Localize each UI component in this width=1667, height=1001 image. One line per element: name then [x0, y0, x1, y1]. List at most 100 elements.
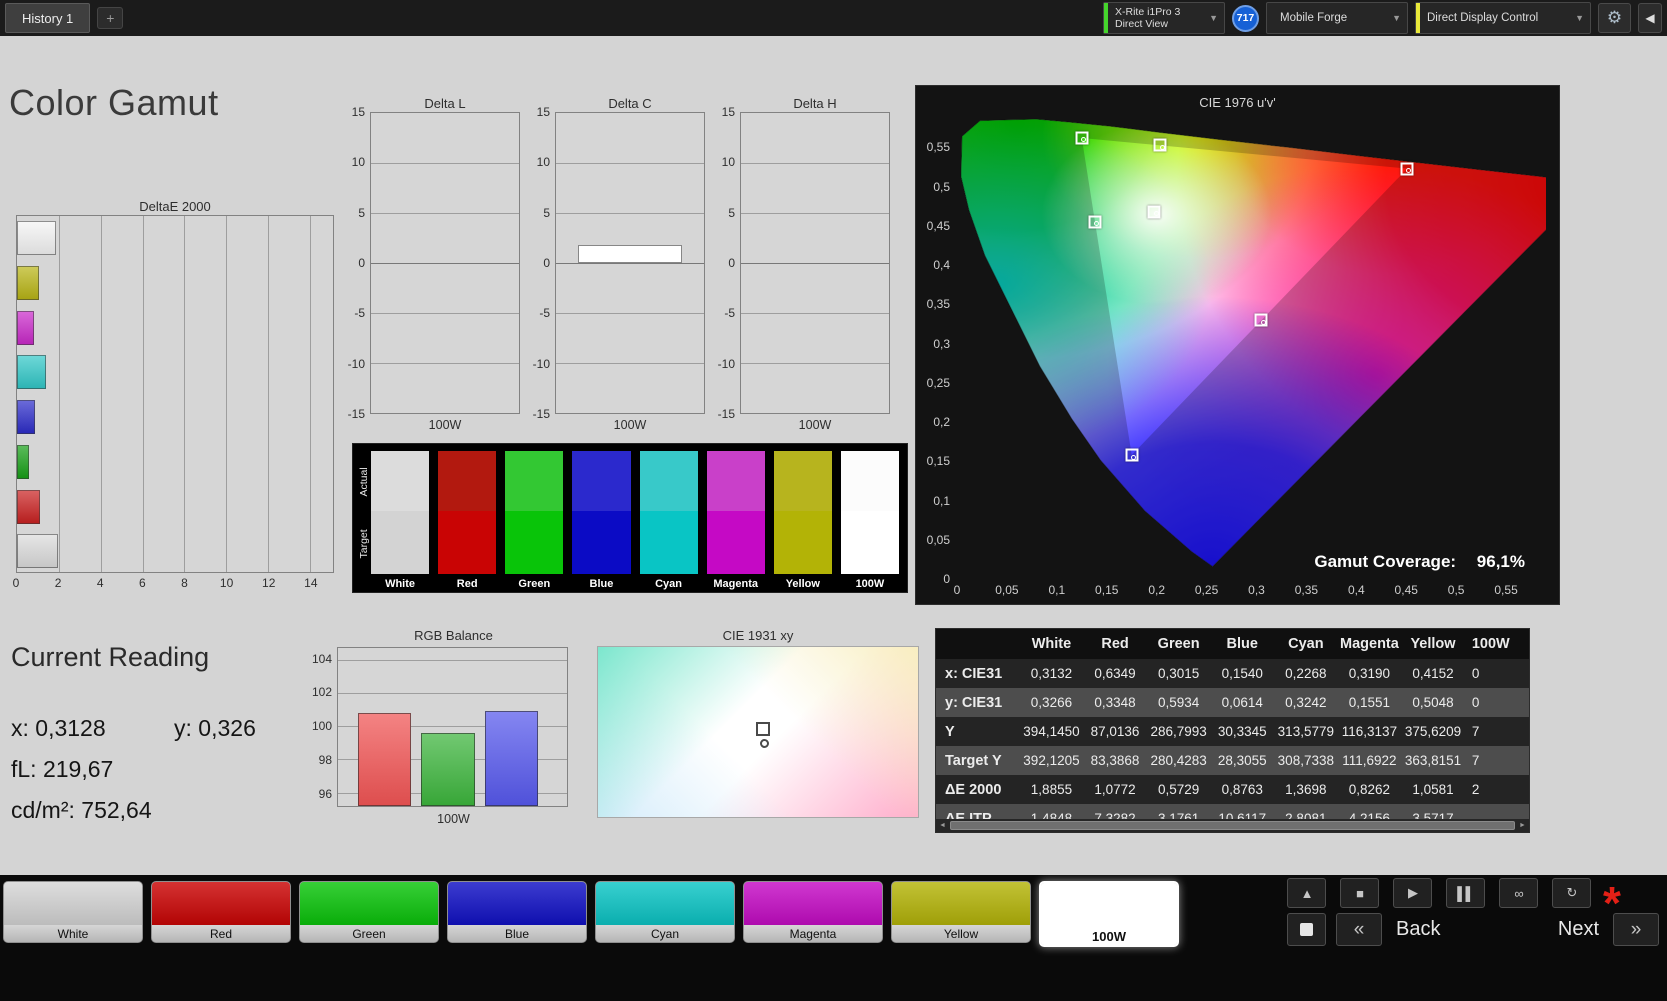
cell: 308,7338: [1277, 753, 1334, 768]
swatch-cyan: Cyan: [639, 451, 698, 592]
target-swatch: [840, 511, 899, 574]
y-tick-label: 0,25: [926, 375, 950, 390]
chart-title: Delta L: [424, 96, 466, 111]
delta-h-y-axis: 15 10 5 0 -5 -10 -15: [712, 105, 740, 421]
chevron-down-icon: ▼: [1209, 13, 1218, 23]
y-tick-label: 0,45: [926, 218, 950, 233]
loop-button[interactable]: ∞: [1499, 878, 1538, 908]
pattern-button-white[interactable]: White: [3, 881, 143, 943]
scroll-left-arrow[interactable]: ◄: [936, 819, 949, 832]
table-header-row: White Red Green Blue Cyan Magenta Yellow 100W: [936, 629, 1529, 659]
cell: 0,0614: [1221, 695, 1263, 710]
cyan-target-marker: [1088, 215, 1102, 229]
chart-title: CIE 1931 xy: [722, 628, 794, 643]
transport-row-1: ▲ ■ ▶ ▌▌ ∞ ↻ *: [1287, 878, 1659, 926]
collapse-panel-button[interactable]: ◀: [1638, 3, 1662, 33]
swatch-blue: Blue: [572, 451, 631, 592]
pattern-source-dropdown[interactable]: Mobile Forge ▼: [1266, 2, 1408, 34]
gridline: [309, 216, 311, 572]
stop-fill-button[interactable]: [1287, 913, 1326, 946]
swatch-label: White: [385, 578, 416, 590]
meter-mode-label: Direct View: [1115, 18, 1168, 30]
cell: 1,3698: [1285, 782, 1327, 797]
x-tick-label: 0,2: [1148, 583, 1165, 597]
blue-target-marker: [1125, 448, 1139, 462]
pattern-button-red[interactable]: Red: [151, 881, 291, 943]
gridline: [371, 313, 519, 314]
cie-1931-chart: CIE 1931 xy: [597, 628, 919, 818]
eject-button[interactable]: ▲: [1287, 878, 1326, 908]
y-tick-label: -10: [717, 356, 735, 371]
target-swatch: [572, 511, 631, 574]
y-tick-label: 98: [318, 752, 332, 767]
rgb-balance-y-axis: 104 102 100 98 96: [307, 647, 337, 807]
actual-row-label: Actual: [358, 467, 370, 497]
refresh-button[interactable]: ↻: [1552, 878, 1591, 908]
column-header: Yellow: [1410, 636, 1456, 652]
cell: 1,0772: [1094, 782, 1136, 797]
rgb-balance-chart: RGB Balance 104 102 100 98 96 100W: [307, 628, 570, 826]
swatch-label: 100W: [855, 578, 885, 590]
gridline: [741, 313, 889, 314]
pattern-button-magenta[interactable]: Magenta: [743, 881, 883, 943]
y-tick-label: 10: [351, 155, 365, 170]
back-label[interactable]: Back: [1392, 918, 1444, 941]
deltae-bar-white: [17, 221, 57, 255]
pattern-button-cyan[interactable]: Cyan: [595, 881, 735, 943]
y-tick-label: -10: [347, 356, 365, 371]
cell: 0,1540: [1221, 666, 1263, 681]
settings-gear-button[interactable]: ⚙: [1598, 3, 1631, 33]
cie-1976-panel: CIE 1976 u'v' 0 0,05 0,1 0,15 0,2 0,25 0…: [915, 85, 1560, 605]
gridline: [371, 363, 519, 364]
display-control-text: Direct Display Control: [1427, 12, 1538, 24]
prev-page-button[interactable]: «: [1336, 913, 1382, 946]
delta-h-chart: Delta H 15 10 5 0 -5 -10 -15 100W: [712, 96, 890, 432]
delta-c-plot-area: [555, 112, 705, 414]
pattern-button-yellow[interactable]: Yellow: [891, 881, 1031, 943]
x-value: x: 0,3128: [11, 715, 106, 741]
measured-dot: [1406, 168, 1412, 174]
delta-c-chart: Delta C 15 10 5 0 -5 -10 -15 100W: [527, 96, 705, 432]
y-tick-label: 0,4: [933, 258, 950, 273]
stop-button[interactable]: ■: [1340, 878, 1379, 908]
swatch-label: Cyan: [655, 578, 683, 590]
add-tab-button[interactable]: +: [97, 7, 124, 29]
meter-count-badge[interactable]: 717: [1232, 4, 1259, 32]
y-tick-label: 10: [721, 155, 735, 170]
y-tick-label: -15: [532, 407, 550, 421]
scrollbar-thumb[interactable]: [950, 821, 1515, 830]
swatch-label: Green: [518, 578, 551, 590]
delta-l-y-axis: 15 10 5 0 -5 -10 -15: [342, 105, 370, 421]
xy-target-marker: [755, 721, 770, 736]
next-label[interactable]: Next: [1554, 918, 1603, 941]
x-tick-label: 0,05: [995, 583, 1019, 597]
pattern-button-100w[interactable]: 100W: [1039, 881, 1179, 947]
history-tab[interactable]: History 1: [5, 3, 91, 33]
display-control-dropdown[interactable]: Direct Display Control ▼: [1415, 2, 1591, 34]
y-tick-label: 0,15: [926, 454, 950, 469]
pattern-button-blue[interactable]: Blue: [447, 881, 587, 943]
cell: 0,3348: [1094, 695, 1136, 710]
cell: 28,3055: [1217, 753, 1267, 768]
gridline: [371, 213, 519, 214]
gridline: [741, 363, 889, 364]
cell: 7: [1471, 724, 1480, 739]
meter-dropdown[interactable]: X-Rite i1Pro 3 Direct View ▼: [1103, 2, 1225, 34]
measured-dot: [1080, 137, 1086, 143]
pattern-swatch: [448, 882, 586, 925]
gridline: [556, 313, 704, 314]
pattern-button-green[interactable]: Green: [299, 881, 439, 943]
cie-1931-plot-area: [597, 646, 919, 818]
x-tick-label: 2: [54, 576, 62, 590]
play-button[interactable]: ▶: [1393, 878, 1432, 908]
gridline: [741, 213, 889, 214]
top-toolbar: History 1 + X-Rite i1Pro 3 Direct View ▼…: [0, 0, 1667, 36]
table-horizontal-scrollbar[interactable]: ◄ ►: [936, 819, 1529, 832]
x-tick-label: 10: [219, 576, 234, 590]
pause-button[interactable]: ▌▌: [1446, 878, 1485, 908]
gridline: [371, 163, 519, 164]
delta-l-plot-area: [370, 112, 520, 414]
cell: 30,3345: [1217, 724, 1267, 739]
scroll-right-arrow[interactable]: ►: [1516, 819, 1529, 832]
gamut-coverage-label: Gamut Coverage:: [1314, 552, 1457, 571]
